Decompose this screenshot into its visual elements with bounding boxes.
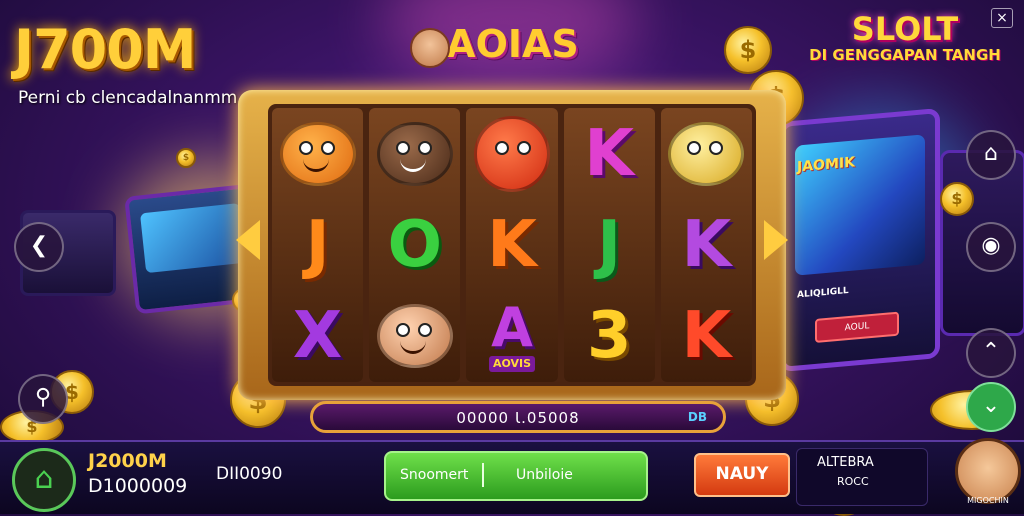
- chevron-down-icon[interactable]: ⌄: [966, 382, 1016, 432]
- brand-line2: DI GENGGAPAN TANGH: [809, 46, 1001, 64]
- reel-3: K A AOVIS: [466, 108, 558, 382]
- symbol-k-pink: K: [584, 116, 634, 191]
- symbol-3-gold: 3: [586, 299, 632, 374]
- chevron-left-icon[interactable]: ❮: [14, 222, 64, 272]
- coin-icon: $: [176, 148, 196, 168]
- symbol-orange-fruit-icon: [275, 111, 361, 197]
- symbol-j-orange: J: [305, 207, 330, 282]
- symbol-x-purple: X: [292, 299, 343, 374]
- machine-label: ALIQLIGLL: [797, 285, 849, 301]
- spin-button-divider: [482, 463, 484, 487]
- player-name: J2000M: [88, 450, 167, 472]
- record-icon[interactable]: ◉: [966, 222, 1016, 272]
- symbol-k-red: K: [681, 299, 732, 374]
- symbol-k-orange: K: [487, 207, 537, 282]
- reel-5: K K: [660, 108, 753, 382]
- home-icon[interactable]: ⌂: [12, 448, 76, 512]
- alt-info-box: ALTEBRA ROCC: [796, 448, 928, 506]
- brand-banner: SLOLT DI GENGGAPAN TANGH: [800, 10, 1010, 90]
- brand-line1: SLOLT: [851, 10, 959, 48]
- symbol-k-purple: K: [681, 207, 732, 282]
- machine-button: AOUL: [815, 311, 899, 343]
- game-title-mascot-icon: [410, 28, 450, 68]
- reel-4: K J 3: [563, 108, 655, 382]
- search-icon[interactable]: ⚲: [18, 374, 68, 424]
- symbol-face-icon: [372, 293, 458, 379]
- reel-2: O: [369, 108, 461, 382]
- chevron-up-icon[interactable]: ⌃: [966, 328, 1016, 378]
- symbol-lemon-fruit-icon: [663, 111, 749, 197]
- reels-grid: J X O K A AOVIS K J 3 K K: [268, 104, 756, 386]
- coin-icon: $: [940, 182, 974, 216]
- symbol-o-green: O: [387, 207, 442, 282]
- spin-button-right-label: Unbiloie: [516, 467, 573, 483]
- spin-button-left-label: Snoomert: [400, 467, 469, 483]
- close-icon[interactable]: ×: [991, 8, 1013, 28]
- reel-frame: J X O K A AOVIS K J 3 K K: [236, 90, 788, 400]
- spin-button[interactable]: Snoomert Unbiloie: [384, 451, 648, 501]
- win-balance-bar: 00000 Ɩ.05008 DB: [310, 401, 726, 433]
- reel-1: J X: [272, 108, 364, 382]
- coin-icon: $: [724, 26, 772, 74]
- tagline: Perni cb clencadalnanmm: [18, 88, 238, 108]
- mascot-avatar: [955, 438, 1021, 504]
- symbol-red-ball-icon: [469, 111, 555, 197]
- symbol-j-green: J: [597, 207, 622, 282]
- menu-button[interactable]: NAUY: [694, 453, 790, 497]
- symbol-brown-fruit-icon: [372, 111, 458, 197]
- secondary-balance: DII0090: [216, 464, 283, 484]
- bg-slot-machine-right: JAOMIK ALIQLIGLL AOUL: [780, 108, 940, 372]
- symbol-a-purple: A AOVIS: [469, 293, 555, 379]
- symbol-a-caption: AOVIS: [488, 356, 536, 373]
- win-balance-currency: DB: [687, 410, 707, 424]
- alt-line2: ROCC: [837, 475, 869, 488]
- alt-line1: ALTEBRA: [817, 455, 874, 470]
- frame-arrow-right-icon: [764, 220, 788, 260]
- frame-arrow-left-icon: [236, 220, 260, 260]
- mascot-label: MIGOCHIN: [967, 496, 1009, 505]
- home-icon[interactable]: ⌂: [966, 130, 1016, 180]
- win-balance-value: 00000 Ɩ.05008: [456, 409, 580, 427]
- game-title-text: AOIAS: [446, 22, 579, 66]
- player-balance: D1000009: [88, 475, 188, 497]
- app-logo: J700M: [14, 18, 197, 81]
